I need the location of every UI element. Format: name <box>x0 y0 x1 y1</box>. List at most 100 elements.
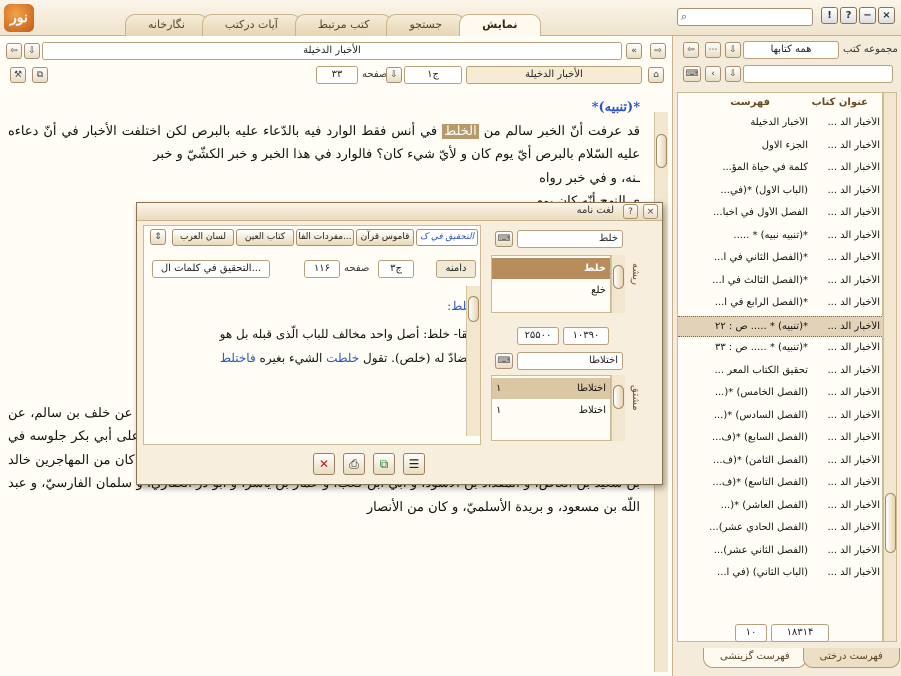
book-select[interactable]: الأخبار الدخيلة <box>466 66 642 84</box>
volume-dropdown-icon[interactable]: ⇩ <box>386 67 402 83</box>
root-search-input[interactable]: خلط <box>517 230 623 248</box>
tab-tree-index[interactable]: فهرست درختی <box>802 648 900 668</box>
close-button[interactable]: × <box>878 7 895 24</box>
app-logo: نور <box>4 4 34 32</box>
highlighted-word[interactable]: الخلط <box>442 123 479 139</box>
main-tabs: نگارخانه آیات درکتب کتب مرتبط جستجو نمای… <box>125 14 541 36</box>
index-row[interactable]: الأخبار الد ... (الفصل الخامس) *(... <box>678 383 884 404</box>
down-arrow-icon[interactable]: ⇩ <box>725 42 741 58</box>
row-book-title: الأخبار الد ... <box>827 387 880 398</box>
index-scrollbar[interactable] <box>883 92 897 642</box>
notes-button[interactable]: ☰ <box>403 453 425 475</box>
column-header-book[interactable]: عنوان کتاب <box>812 97 868 108</box>
help-icon[interactable]: ? <box>623 204 638 219</box>
global-search-input[interactable]: ⌕ <box>677 8 813 26</box>
printer-icon: ⎙ <box>349 456 359 471</box>
dict-page-field[interactable]: ۱۱۶ <box>304 260 340 278</box>
index-row[interactable]: الأخبار الد ... (الفصل السابع) *(ف... <box>678 428 884 449</box>
root-item[interactable]: خلع <box>492 280 610 301</box>
close-icon[interactable]: × <box>643 204 658 219</box>
index-row[interactable]: الأخبار الد ... *(الفصل الثالث في أ... <box>678 271 884 292</box>
dict-volume-field[interactable]: ج۳ <box>378 260 414 278</box>
index-row[interactable]: الأخبار الد ... الفصل الأول في أخبا... <box>678 203 884 224</box>
index-row[interactable]: الأخبار الد ... (الباب الثاني) (في ا... <box>678 563 884 584</box>
index-row[interactable]: الأخبار الد ... تحقيق الكتاب المعر ... <box>678 361 884 382</box>
collection-select[interactable]: همه کتابها <box>743 41 839 59</box>
derived-scrollbar[interactable] <box>611 375 625 441</box>
index-row[interactable]: الأخبار الد ... (الفصل الحادي عشر)... <box>678 518 884 539</box>
scroll-thumb[interactable] <box>885 493 896 553</box>
root-scrollbar[interactable] <box>611 255 625 313</box>
index-row[interactable]: الأخبار الد ... *(تنبيه) * ..... ص : ۲۲ <box>678 315 884 337</box>
tab-display[interactable]: نمایش <box>459 14 541 36</box>
index-row[interactable]: الأخبار الد ... *(تنبيه نبيه) * ..... <box>678 226 884 247</box>
tab-search[interactable]: جستجو <box>386 14 466 36</box>
scroll-thumb[interactable] <box>656 134 667 168</box>
down-arrow-icon[interactable]: ⇩ <box>725 66 741 82</box>
prev-icon[interactable]: ‹ <box>705 66 721 82</box>
index-row[interactable]: الأخبار الد ... الجزء الاول <box>678 136 884 157</box>
derived-search-input[interactable]: اختلاطا <box>517 352 623 370</box>
row-index-title: *(تنبيه) * ..... ص : ۳۳ <box>715 342 808 353</box>
tab-scroll-icon[interactable]: ⇕ <box>150 229 166 245</box>
tab-qamus-quran[interactable]: قاموس قرآن <box>356 229 414 246</box>
row-book-title: الأخبار الد ... <box>827 207 880 218</box>
derived-item[interactable]: اختلاطا ۱ <box>492 378 610 399</box>
tag-icon[interactable]: ⌂ <box>648 67 664 83</box>
tab-selective-index[interactable]: فهرست گزینشی <box>703 648 807 668</box>
double-chevron-icon[interactable]: « <box>626 43 642 59</box>
index-row[interactable]: الأخبار الد ... (الفصل السادس) *(... <box>678 406 884 427</box>
window-controls: ! ? − × <box>821 7 895 24</box>
entry-scrollbar[interactable] <box>466 286 480 436</box>
tab-tahqiq[interactable]: التحقيق في ک <box>416 229 478 246</box>
delete-button[interactable]: ✕ <box>313 453 335 475</box>
forward-arrow-icon[interactable]: ⇨ <box>650 43 666 59</box>
range-button[interactable]: دامنه <box>436 260 476 278</box>
search-icon: ⌕ <box>681 10 688 23</box>
down-arrow-icon[interactable]: ⇩ <box>24 43 40 59</box>
wrench-icon[interactable]: ⚒ <box>10 67 26 83</box>
scroll-thumb[interactable] <box>613 265 624 289</box>
index-row[interactable]: الأخبار الد ... (الفصل التاسع) *(ف... <box>678 473 884 494</box>
index-row[interactable]: الأخبار الد ... *(الفصل الثاني في أ... <box>678 248 884 269</box>
keyboard-icon[interactable]: ⌨ <box>495 353 513 369</box>
index-row[interactable]: الأخبار الد ... *(الفصل الرابع في ا... <box>678 293 884 314</box>
back-arrow-icon[interactable]: ⇦ <box>683 42 699 58</box>
volume-field[interactable]: ج۱ <box>404 66 462 84</box>
row-index-title: (الفصل الحادي عشر)... <box>709 522 808 533</box>
scroll-thumb[interactable] <box>613 385 624 409</box>
scroll-thumb[interactable] <box>468 296 479 322</box>
tab-kitab-al-ayn[interactable]: کتاب العین <box>236 229 294 246</box>
more-icon[interactable]: ⋯ <box>705 42 721 58</box>
row-index-title: *(الفصل الثالث في أ... <box>712 274 808 286</box>
index-search-input[interactable] <box>743 65 893 83</box>
dictionary-content: ⇕ لسان العرب کتاب العین مفردات الفا... ق… <box>143 225 481 445</box>
root-item[interactable]: خلط <box>492 258 610 279</box>
alert-button[interactable]: ! <box>821 7 838 24</box>
index-row[interactable]: الأخبار الد ... (الفصل الثامن) *(ف... <box>678 451 884 472</box>
tab-gallery[interactable]: نگارخانه <box>125 14 208 36</box>
index-row[interactable]: الأخبار الد ... كلمة في حياة المؤ... <box>678 158 884 179</box>
index-row[interactable]: الأخبار الد ... الأخبار الدخيلة <box>678 113 884 134</box>
minimize-button[interactable]: − <box>859 7 876 24</box>
row-book-title: الأخبار الد ... <box>827 567 880 578</box>
index-row[interactable]: الأخبار الد ... (الباب الاول) *(في... <box>678 181 884 202</box>
page-number-field[interactable]: ۳۳ <box>316 66 358 84</box>
index-row[interactable]: الأخبار الد ... (الفصل الثاني عشر)... <box>678 541 884 562</box>
print-button[interactable]: ⎙ <box>343 453 365 475</box>
index-row[interactable]: الأخبار الد ... *(تنبيه) * ..... ص : ۳۳ <box>678 338 884 359</box>
back-arrow-icon[interactable]: ⇦ <box>6 43 22 59</box>
index-row[interactable]: الأخبار الد ... (الفصل العاشر) *(... <box>678 496 884 517</box>
tab-related-books[interactable]: کتب مرتبط <box>294 14 393 36</box>
copy-button[interactable]: ⧉ <box>373 453 395 475</box>
column-header-index[interactable]: فهرست <box>730 97 770 108</box>
tab-verses-in-books[interactable]: آیات درکتب <box>201 14 301 36</box>
help-button[interactable]: ? <box>840 7 857 24</box>
tab-lisan-al-arab[interactable]: لسان العرب <box>172 229 234 246</box>
export-icon[interactable]: ⧉ <box>32 67 48 83</box>
derived-item[interactable]: اختلاط ۱ <box>492 400 610 421</box>
tab-mufradat[interactable]: مفردات الفا... <box>296 229 354 246</box>
keyboard-icon[interactable]: ⌨ <box>495 231 513 247</box>
dialog-title-bar[interactable]: × ? لغت نامه <box>137 203 662 221</box>
keyboard-icon[interactable]: ⌨ <box>683 66 701 82</box>
